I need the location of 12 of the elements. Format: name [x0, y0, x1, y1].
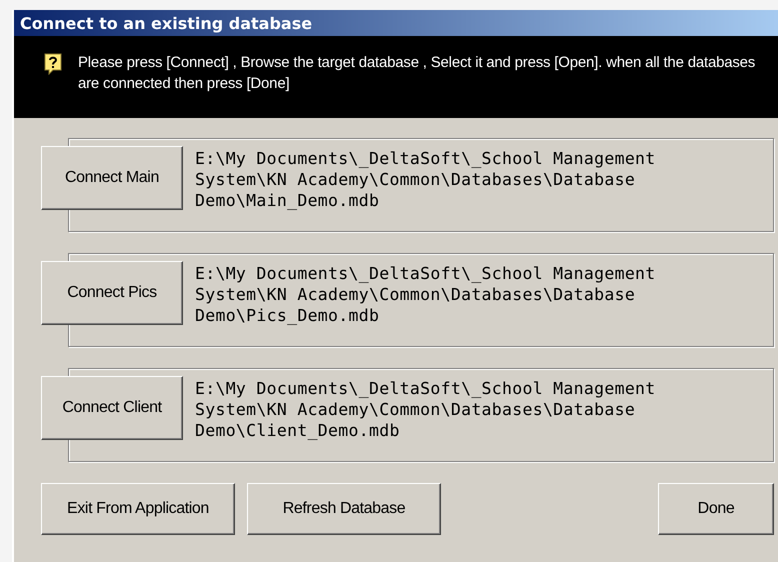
instruction-text: Please press [Connect] , Browse the target database , Select it and press [Open]. when all the databases are connected then press [Done] — [78, 53, 756, 94]
window-title: Connect to an existing database — [20, 14, 312, 32]
database-path: E:\My Documents\_DeltaSoft\_School Management System\KN Academy\Common\Databases\Database Demo\Main_Demo.mdb — [195, 148, 657, 210]
action-button[interactable]: Exit From Application — [41, 483, 235, 535]
database-path: E:\My Documents\_DeltaSoft\_School Management System\KN Academy\Common\Databases\Database Demo\Client_Demo.mdb — [195, 378, 657, 440]
database-path: E:\My Documents\_DeltaSoft\_School Management System\KN Academy\Common\Databases\Database Demo\Pics_Demo.mdb — [195, 262, 657, 326]
connect-button[interactable]: Connect Client — [41, 376, 183, 440]
help-icon — [44, 53, 62, 75]
connect-button[interactable]: Connect Pics — [41, 261, 183, 325]
connect-button[interactable]: Connect Main — [41, 146, 183, 210]
action-button[interactable]: Refresh Database — [247, 483, 441, 535]
done-button[interactable]: Done — [658, 483, 774, 535]
